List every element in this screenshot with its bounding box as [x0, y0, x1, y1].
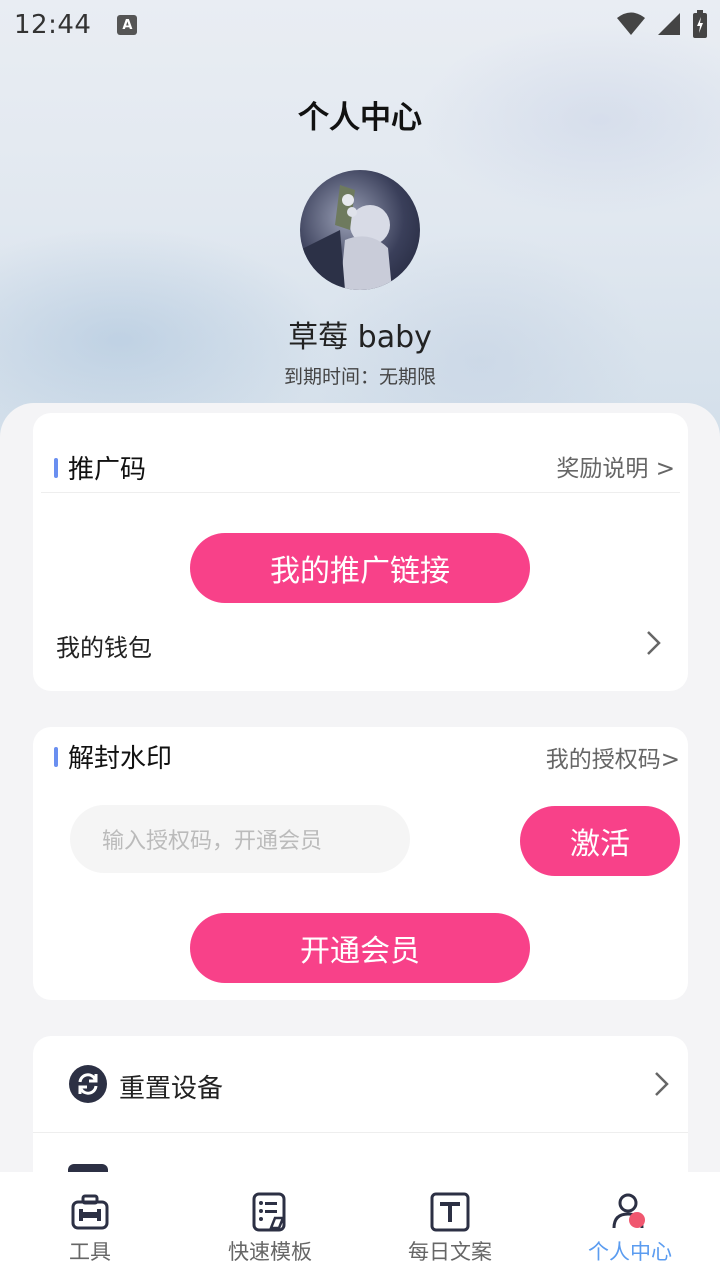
tab-tools[interactable]: 工具	[0, 1172, 180, 1280]
wifi-icon	[617, 12, 645, 35]
avatar-image	[300, 185, 392, 290]
notification-icon: A	[117, 15, 138, 35]
expire-time: 到期时间：无期限	[283, 366, 436, 388]
settings-list-card: 重置设备	[33, 1036, 688, 1186]
page-title: 个人中心	[298, 100, 422, 136]
battery-icon	[693, 10, 707, 38]
tab-templates[interactable]: 快速模板	[180, 1172, 360, 1280]
refresh-icon	[69, 1065, 107, 1103]
tab-profile[interactable]: 个人中心	[540, 1172, 720, 1280]
reset-device-label: 重置设备	[119, 1074, 224, 1104]
section-bar	[54, 457, 58, 478]
profile-icon	[610, 1192, 650, 1232]
divider	[33, 1132, 688, 1133]
section-bar	[54, 746, 58, 767]
my-promo-link-button[interactable]: 我的推广链接	[190, 533, 530, 603]
username: 草莓 baby	[288, 320, 432, 355]
watermark-title-text: 解封水印	[68, 744, 173, 774]
watermark-section-title: 解封水印	[54, 738, 172, 775]
reset-device-row[interactable]: 重置设备	[33, 1036, 688, 1132]
promo-card: 推广码 奖励说明 > 我的推广链接 我的钱包	[33, 413, 688, 691]
reward-info-link[interactable]: 奖励说明 >	[556, 449, 675, 483]
activate-button[interactable]: 激活	[520, 806, 680, 876]
chevron-right-icon[interactable]	[653, 1070, 671, 1098]
chevron-right-icon[interactable]	[645, 629, 663, 657]
wallet-row[interactable]: 我的钱包	[56, 628, 152, 663]
signal-icon	[658, 13, 680, 35]
avatar[interactable]	[300, 170, 420, 290]
open-vip-button[interactable]: 开通会员	[190, 913, 530, 983]
auth-code-input[interactable]: 输入授权码，开通会员	[70, 805, 410, 873]
status-bar: 12:44 A	[0, 0, 720, 50]
toolbox-icon	[70, 1192, 110, 1232]
template-icon	[250, 1192, 290, 1232]
tab-label: 工具	[69, 1240, 111, 1264]
divider	[41, 492, 680, 493]
watermark-card: 解封水印 我的授权码> 输入授权码，开通会员 激活 开通会员	[33, 727, 688, 1000]
tab-label: 个人中心	[588, 1240, 672, 1264]
bottom-tab-bar: 工具 快速模板 每日文案 个人中心	[0, 1172, 720, 1280]
promo-section-title: 推广码	[54, 449, 146, 486]
promo-title-text: 推广码	[68, 455, 147, 485]
tab-label: 快速模板	[228, 1240, 312, 1264]
tab-label: 每日文案	[408, 1240, 492, 1264]
text-icon	[430, 1192, 470, 1232]
my-auth-code-link[interactable]: 我的授权码>	[546, 740, 680, 774]
tab-daily-copy[interactable]: 每日文案	[360, 1172, 540, 1280]
status-time: 12:44	[14, 10, 92, 40]
